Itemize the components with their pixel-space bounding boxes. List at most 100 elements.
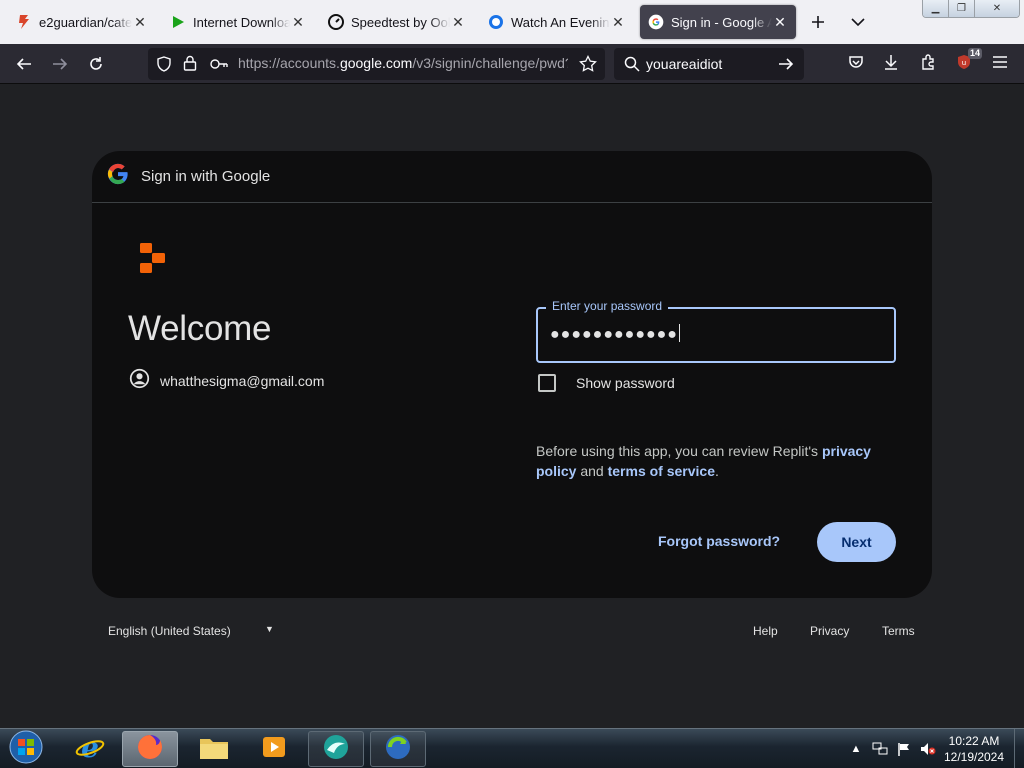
card-header-title: Sign in with Google (141, 168, 271, 185)
language-selector[interactable]: English (United States) (108, 624, 231, 638)
pocket-button[interactable] (844, 52, 868, 76)
taskbar-media-player[interactable] (246, 731, 302, 767)
pocket-icon (848, 54, 864, 75)
minimize-button[interactable]: ▁ (923, 0, 949, 17)
download-icon (883, 54, 899, 75)
windows-taskbar: e ▲ 10:22 AM 12/19/2024 (0, 728, 1024, 768)
new-tab-button[interactable] (806, 10, 830, 34)
svg-text:u: u (962, 59, 966, 67)
show-desktop-button[interactable] (1014, 729, 1024, 768)
password-input[interactable]: ●●●●●●●●●●●● (550, 324, 680, 344)
taskbar-firefox[interactable] (122, 731, 178, 767)
url-text[interactable]: https://accounts.google.com/v3/signin/ch… (238, 55, 568, 71)
terms-disclaimer: Before using this app, you can review Re… (536, 441, 906, 481)
help-link[interactable]: Help (753, 624, 778, 638)
start-button[interactable] (6, 730, 46, 768)
close-icon[interactable]: ✕ (772, 14, 788, 31)
disclaimer-text: Before using this app, you can review Re… (536, 443, 822, 459)
reload-button[interactable] (84, 52, 108, 76)
close-icon[interactable]: ✕ (610, 14, 626, 31)
svg-text:e: e (81, 732, 99, 762)
account-chip[interactable]: whatthesigma@gmail.com (129, 368, 324, 394)
taskbar-internet-download-manager[interactable] (370, 731, 426, 767)
url-bar[interactable]: https://accounts.google.com/v3/signin/ch… (148, 48, 605, 80)
ublock-extension-button[interactable]: u 14 (952, 48, 982, 76)
card-header: Sign in with Google (92, 151, 932, 203)
search-input[interactable]: youareaidiot (646, 56, 722, 72)
replit-logo-icon (138, 241, 168, 275)
navigation-toolbar: https://accounts.google.com/v3/signin/ch… (0, 44, 1024, 84)
account-email: whatthesigma@gmail.com (160, 373, 325, 389)
e2guardian-favicon-icon (16, 14, 32, 30)
app-menu-button[interactable] (988, 52, 1012, 76)
download-manager-icon (383, 732, 413, 767)
forward-button[interactable] (48, 52, 72, 76)
lock-icon[interactable] (183, 55, 197, 76)
play-arrow-icon (170, 14, 186, 30)
google-g-icon (107, 163, 129, 190)
close-window-button[interactable]: ✕ (975, 0, 1019, 17)
system-clock[interactable]: 10:22 AM 12/19/2024 (942, 733, 1006, 765)
volume-muted-icon[interactable] (920, 741, 936, 757)
url-domain: google.com (339, 55, 413, 71)
windows-orb-icon (9, 730, 43, 768)
folder-icon (198, 733, 230, 766)
tab-internet-download[interactable]: Internet Download ✕ (162, 5, 314, 39)
tab-speedtest[interactable]: Speedtest by Ookla ✕ (320, 5, 474, 39)
list-all-tabs-button[interactable] (846, 10, 870, 34)
extensions-button[interactable] (916, 52, 940, 76)
search-bar[interactable]: youareaidiot (614, 48, 804, 80)
clock-time: 10:22 AM (948, 734, 1000, 748)
network-icon[interactable] (872, 741, 888, 757)
welcome-heading: Welcome (128, 309, 272, 348)
next-button[interactable]: Next (817, 522, 896, 562)
close-icon[interactable]: ✕ (290, 14, 306, 31)
tab-bar: e2guardian/catego ✕ Internet Download ✕ … (0, 0, 1024, 44)
blue-circle-icon (488, 14, 504, 30)
google-g-icon (648, 14, 664, 30)
media-player-icon (260, 733, 288, 766)
sign-in-card: Sign in with Google Welcome whatthesigma… (92, 151, 932, 598)
taskbar-file-explorer[interactable] (186, 731, 242, 767)
show-password-toggle[interactable]: Show password (538, 374, 675, 392)
url-prefix: https://accounts. (238, 55, 340, 71)
close-icon[interactable]: ✕ (132, 14, 148, 31)
window-controls: ▁ ❐ ✕ (922, 0, 1020, 18)
downloads-button[interactable] (879, 52, 903, 76)
page-content: Sign in with Google Welcome whatthesigma… (0, 85, 1024, 728)
action-center-flag-icon[interactable] (896, 741, 912, 757)
privacy-link[interactable]: Privacy (810, 624, 849, 638)
show-hidden-icons-icon[interactable]: ▲ (848, 741, 864, 757)
puzzle-piece-icon (920, 53, 936, 75)
internet-explorer-icon: e (75, 731, 105, 767)
speedtest-icon (328, 14, 344, 30)
account-circle-icon (129, 368, 150, 394)
hamburger-menu-icon (992, 55, 1008, 74)
taskbar-app-teal[interactable] (308, 731, 364, 767)
restore-button[interactable]: ❐ (949, 0, 975, 17)
url-path: /v3/signin/challenge/pwd? (412, 55, 568, 71)
terms-link[interactable]: Terms (882, 624, 915, 638)
clock-date: 12/19/2024 (943, 750, 1005, 764)
go-arrow-icon[interactable] (778, 56, 794, 77)
tab-e2guardian[interactable]: e2guardian/catego ✕ (8, 5, 156, 39)
key-icon[interactable] (210, 57, 228, 75)
teal-app-icon (321, 732, 351, 767)
close-icon[interactable]: ✕ (450, 14, 466, 31)
forgot-password-link[interactable]: Forgot password? (658, 533, 780, 549)
disclaimer-text: . (715, 463, 719, 479)
dropdown-caret-icon[interactable]: ▼ (265, 624, 274, 634)
password-field[interactable]: Enter your password ●●●●●●●●●●●● (536, 299, 896, 363)
show-password-checkbox[interactable] (538, 374, 556, 392)
back-button[interactable] (12, 52, 36, 76)
taskbar-internet-explorer[interactable]: e (62, 731, 118, 767)
tab-watch-an-evening[interactable]: Watch An Evening ✕ (480, 5, 634, 39)
tab-google-sign-in[interactable]: Sign in - Google Accounts ✕ (640, 5, 796, 39)
disclaimer-text: and (576, 463, 608, 479)
shield-icon[interactable] (156, 56, 172, 77)
extension-badge: 14 (967, 48, 982, 59)
bookmark-star-icon[interactable] (579, 55, 597, 78)
firefox-icon (136, 733, 164, 766)
page-footer: English (United States) ▼ Help Privacy T… (0, 621, 1024, 641)
terms-of-service-link[interactable]: terms of service (608, 463, 715, 479)
